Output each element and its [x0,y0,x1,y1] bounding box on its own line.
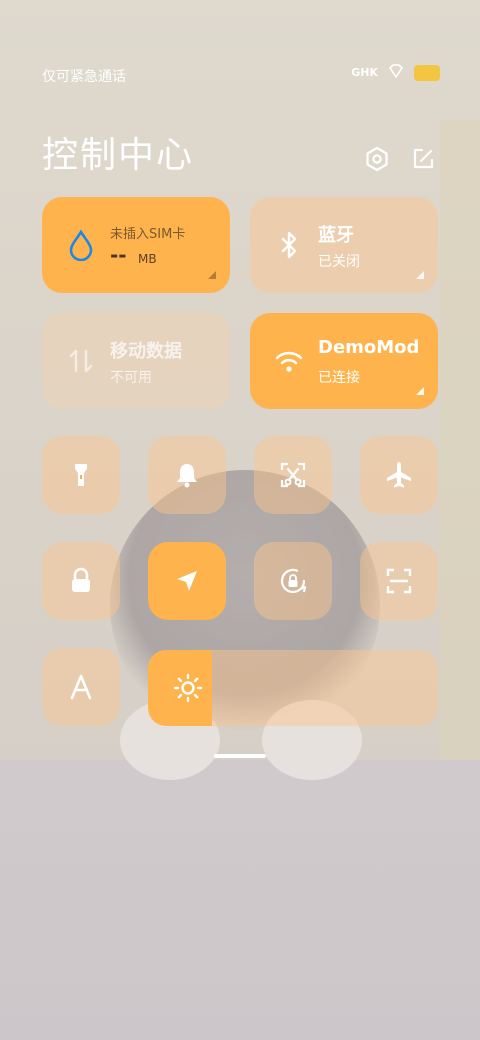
sim-status-text: 未插入SIM卡 [110,227,186,242]
edit-icon [413,148,434,169]
data-usage-unit: MB [138,252,157,266]
diamond-icon [388,64,404,81]
screenshot-scissors-icon [280,462,306,488]
settings-hexagon-icon [366,146,388,172]
airplane-icon [387,462,411,488]
expand-corner-icon [416,271,424,279]
rotation-lock-icon [280,568,306,593]
ring-toggle[interactable] [148,436,226,514]
carrier-text: 仅可紧急通话 [42,69,126,85]
wifi-status: 已连接 [318,370,360,386]
scanner-toggle[interactable] [360,542,438,620]
data-usage-tile[interactable]: 未插入SIM卡 -- MB [42,197,230,293]
edit-button[interactable] [408,144,438,174]
lock-screen-toggle[interactable] [42,542,120,620]
wifi-icon [275,351,303,372]
mobile-data-arrows-icon [69,349,93,373]
location-arrow-icon [177,571,197,591]
data-usage-value: -- [110,243,127,267]
mobile-data-tile[interactable]: 移动数据 不可用 [42,313,230,409]
wifi-network-name: DemoMod [318,337,420,358]
hd-icon: GHK [351,66,378,79]
location-toggle[interactable] [148,542,226,620]
battery-icon [414,64,440,81]
bell-icon [177,464,197,488]
expand-corner-icon [416,387,424,395]
water-drop-icon [69,229,93,261]
font-a-icon [70,674,92,700]
close-handle[interactable] [214,754,266,758]
lock-icon [72,567,90,592]
settings-button[interactable] [362,144,392,174]
rotation-lock-toggle[interactable] [254,542,332,620]
mobile-data-label: 移动数据 [110,341,182,362]
scan-icon [386,568,412,594]
mobile-data-status: 不可用 [110,370,152,386]
flashlight-toggle[interactable] [42,436,120,514]
status-bar: 仅可紧急通话 GHK [42,64,440,88]
bluetooth-icon [281,231,297,259]
page-title: 控制中心 [42,135,195,176]
expand-corner-icon [208,271,216,279]
bluetooth-label: 蓝牙 [318,225,354,246]
wifi-tile[interactable]: DemoMod 已连接 [250,313,438,409]
auto-font-toggle[interactable] [42,648,120,726]
bluetooth-tile[interactable]: 蓝牙 已关闭 [250,197,438,293]
flashlight-icon [75,464,87,486]
bluetooth-status: 已关闭 [318,254,360,270]
brightness-slider[interactable] [148,650,438,726]
airplane-toggle[interactable] [360,436,438,514]
screenshot-toggle[interactable] [254,436,332,514]
sun-icon [173,673,203,703]
